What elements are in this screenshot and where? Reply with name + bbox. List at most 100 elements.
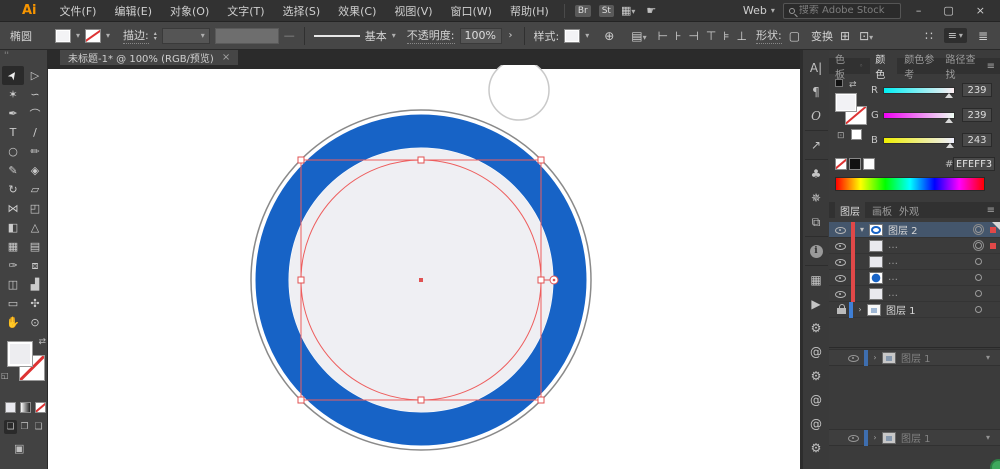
- selection-handle[interactable]: [538, 157, 544, 163]
- target-circle-icon[interactable]: [975, 306, 982, 313]
- stroke-swatch[interactable]: [85, 29, 101, 43]
- gradient-tool[interactable]: ▤: [24, 237, 46, 256]
- last-color-chip[interactable]: [835, 79, 843, 87]
- style-swatch[interactable]: [564, 29, 580, 43]
- expand-icon[interactable]: ›: [507, 30, 515, 41]
- arrange-documents-icon[interactable]: ▦▾: [621, 4, 635, 17]
- shaper-tool[interactable]: ✎: [2, 161, 24, 180]
- tab-artboards[interactable]: 画板: [872, 203, 892, 218]
- white-mini-swatch[interactable]: [851, 129, 862, 140]
- layer-thumbnail[interactable]: [869, 272, 883, 284]
- hex-field[interactable]: EFEFF3: [953, 157, 995, 171]
- selection-handle[interactable]: [298, 277, 304, 283]
- menu-help[interactable]: 帮助(H): [501, 3, 558, 19]
- artboard-tool[interactable]: ▭: [2, 294, 24, 313]
- graph-tool[interactable]: ▟: [24, 275, 46, 294]
- align-v-top-button[interactable]: ⊤: [706, 29, 716, 43]
- cc-libraries-panel-icon[interactable]: @: [805, 340, 828, 364]
- none-button[interactable]: [35, 402, 46, 413]
- panel-menu-icon[interactable]: ≡: [987, 61, 995, 72]
- chevron-right-icon[interactable]: ›: [868, 433, 882, 442]
- close-button[interactable]: ×: [969, 4, 992, 17]
- visibility-eye-icon[interactable]: [834, 273, 848, 283]
- chevron-down-icon[interactable]: ▾: [986, 353, 990, 362]
- layer-thumbnail[interactable]: [882, 352, 896, 364]
- channel-r-slider-thumb[interactable]: [945, 93, 953, 98]
- eyedropper-tool[interactable]: ✑: [2, 256, 24, 275]
- menu-window[interactable]: 窗口(W): [442, 3, 501, 19]
- layer-name[interactable]: …: [888, 288, 898, 299]
- menu-effect[interactable]: 效果(C): [329, 3, 385, 19]
- none-swatch[interactable]: [835, 158, 847, 170]
- selection-handle[interactable]: [418, 397, 424, 403]
- opentype-panel-icon[interactable]: O: [805, 104, 828, 128]
- stroke-mini-icon[interactable]: ⊡: [837, 131, 845, 141]
- eraser-tool[interactable]: ◈: [24, 161, 46, 180]
- layer-name[interactable]: 图层 1: [901, 430, 931, 445]
- transform-label[interactable]: 变换: [811, 28, 833, 44]
- draw-normal-button[interactable]: ❏: [4, 420, 17, 434]
- black-swatch[interactable]: [849, 158, 861, 170]
- layer-thumbnail[interactable]: [869, 224, 883, 236]
- scale-tool[interactable]: ▱: [24, 180, 46, 199]
- restore-button[interactable]: ▢: [936, 4, 960, 17]
- app-logo[interactable]: Ai: [22, 3, 37, 18]
- align-v-bottom-button[interactable]: ⊥: [737, 29, 747, 43]
- panel-dock-toggle[interactable]: ≡▾: [944, 28, 967, 43]
- paragraph-panel-icon[interactable]: ¶: [805, 80, 828, 104]
- gesture-icon[interactable]: ☛: [646, 4, 656, 17]
- menu-view[interactable]: 视图(V): [385, 3, 441, 19]
- stepper-down-icon[interactable]: ▾: [154, 36, 157, 41]
- align-h-left-button[interactable]: ⊢: [658, 29, 668, 43]
- ellipse-tool[interactable]: ○: [2, 142, 24, 161]
- layer-name[interactable]: …: [888, 272, 898, 283]
- cc-sync-panel-icon[interactable]: @: [805, 388, 828, 412]
- mesh-tool[interactable]: ▦: [2, 237, 24, 256]
- stroke-weight-stepper[interactable]: ▴▾: [154, 31, 157, 41]
- menu-select[interactable]: 选择(S): [274, 3, 330, 19]
- selection-tool[interactable]: ➤: [2, 66, 24, 85]
- color-spectrum-bar[interactable]: [835, 177, 985, 191]
- layer-row-path-4[interactable]: …: [829, 286, 1000, 302]
- channel-b-slider-thumb[interactable]: [946, 143, 954, 148]
- document-setup-icon[interactable]: ▤▾: [629, 29, 648, 43]
- screen-mode-button[interactable]: ▣: [14, 442, 24, 455]
- select-similar-icon[interactable]: ⊡▾: [857, 29, 875, 43]
- draw-behind-button[interactable]: ❐: [18, 420, 31, 434]
- tab-color-guide[interactable]: 颜色参考: [904, 51, 938, 81]
- stock-button[interactable]: St: [599, 5, 614, 17]
- hand-tool[interactable]: ✋: [2, 313, 24, 332]
- tab-swatches[interactable]: 色板: [835, 51, 852, 81]
- chevron-down-icon[interactable]: ▾: [585, 31, 589, 40]
- workspace-switcher[interactable]: Web▾: [743, 4, 775, 17]
- width-tool[interactable]: ⋈: [2, 199, 24, 218]
- fill-color-well[interactable]: [835, 93, 857, 112]
- stock-search[interactable]: [783, 3, 901, 19]
- layer-thumbnail[interactable]: [869, 240, 883, 252]
- free-transform-tool[interactable]: ◰: [24, 199, 46, 218]
- tab-color[interactable]: 颜色: [870, 50, 897, 82]
- lasso-tool[interactable]: ∽: [24, 85, 46, 104]
- tab-pathfinder[interactable]: 路径查找: [945, 51, 979, 81]
- stock-search-input[interactable]: [799, 5, 895, 16]
- target-circle-icon[interactable]: [975, 290, 982, 297]
- dock-grip[interactable]: '': [4, 51, 9, 61]
- tiles-icon[interactable]: ∷: [923, 29, 935, 43]
- canvas[interactable]: [48, 65, 800, 469]
- brushes-panel-icon[interactable]: ✵: [805, 186, 828, 210]
- layer-name[interactable]: 图层 2: [888, 222, 918, 237]
- artboard[interactable]: [48, 65, 800, 469]
- target-circle-icon[interactable]: [975, 258, 982, 265]
- document-tab[interactable]: 未标题-1* @ 100% (RGB/预览) ×: [60, 50, 238, 65]
- character-panel-icon[interactable]: A|: [805, 56, 828, 80]
- menu-type[interactable]: 文字(T): [218, 3, 273, 19]
- visibility-eye-icon[interactable]: [834, 289, 848, 299]
- isolate-selection-icon[interactable]: ⊞: [838, 29, 852, 43]
- info-panel-icon[interactable]: i: [805, 239, 828, 263]
- align-h-center-button[interactable]: ⊦: [675, 29, 681, 43]
- blend-tool[interactable]: ✣: [24, 294, 46, 313]
- chevron-down-icon[interactable]: ▾: [76, 31, 80, 40]
- tab-appearance[interactable]: 外观: [899, 203, 919, 218]
- menu-object[interactable]: 对象(O): [161, 3, 218, 19]
- tab-close-icon[interactable]: ×: [222, 52, 230, 63]
